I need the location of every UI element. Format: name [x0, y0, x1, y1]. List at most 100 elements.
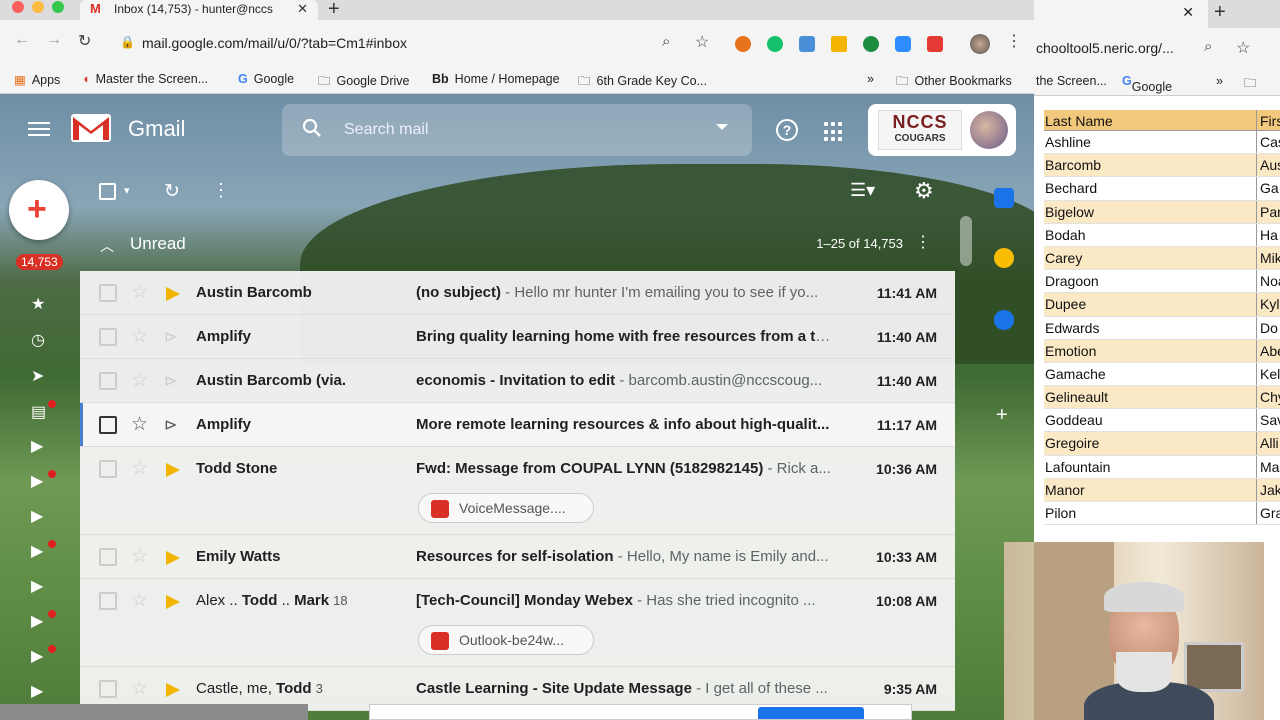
- column-header-last-name[interactable]: Last Name: [1045, 110, 1257, 130]
- important-marker-icon[interactable]: ⊳: [164, 371, 178, 390]
- email-row[interactable]: ☆ Austin Barcomb (no subject) - Hello mr…: [80, 271, 955, 315]
- calendar-icon[interactable]: [994, 188, 1014, 208]
- email-row[interactable]: ☆ ⊳ Amplify More remote learning resourc…: [80, 403, 955, 447]
- bookmark-apps[interactable]: ▦ Apps: [14, 72, 60, 87]
- refresh-icon[interactable]: ↻: [164, 180, 180, 203]
- table-row[interactable]: Gregoire Alli: [1044, 432, 1280, 456]
- help-icon[interactable]: ?: [776, 119, 798, 141]
- starred-icon[interactable]: ★: [31, 294, 45, 314]
- important-marker-icon[interactable]: [166, 287, 180, 301]
- table-row[interactable]: EmotionAbe: [1044, 339, 1280, 363]
- close-window-icon[interactable]: [12, 1, 24, 13]
- table-row[interactable]: Gamache Kel: [1044, 362, 1280, 387]
- unread-section-header[interactable]: ︿ Unread 1–25 of 14,753 ⋮: [80, 222, 955, 268]
- reload-icon[interactable]: ↻: [78, 31, 91, 51]
- tab-close-icon[interactable]: ✕: [1182, 4, 1194, 21]
- label-icon[interactable]: ▶: [31, 506, 43, 526]
- label-icon[interactable]: ▶: [31, 611, 43, 631]
- bookmark-star-icon[interactable]: ☆: [695, 32, 709, 52]
- profile-avatar[interactable]: [970, 34, 990, 54]
- section-more-icon[interactable]: ⋮: [915, 232, 931, 252]
- row-checkbox[interactable]: [99, 328, 117, 346]
- bookmarks-overflow[interactable]: »: [1216, 74, 1223, 88]
- bookmark-master-screen[interactable]: the Screen...: [1036, 74, 1107, 88]
- maximize-window-icon[interactable]: [52, 1, 64, 13]
- important-marker-icon[interactable]: ⊳: [164, 415, 178, 434]
- label-icon[interactable]: ▶: [31, 471, 43, 491]
- forward-icon[interactable]: →: [46, 31, 62, 49]
- search-input[interactable]: Search mail: [344, 121, 428, 139]
- tasks-icon[interactable]: [994, 310, 1014, 330]
- label-icon[interactable]: ▶: [31, 646, 43, 666]
- collapse-chevron-icon[interactable]: ︿: [100, 236, 114, 256]
- browser-menu-icon[interactable]: ⋮: [1006, 31, 1022, 51]
- star-icon[interactable]: ☆: [131, 457, 148, 480]
- important-marker-icon[interactable]: ⊳: [164, 327, 178, 346]
- google-apps-icon[interactable]: [824, 122, 844, 142]
- table-row[interactable]: AshlineCas: [1044, 131, 1280, 155]
- table-row[interactable]: Pilon Gra: [1044, 502, 1280, 526]
- new-tab-button[interactable]: +: [1214, 1, 1226, 24]
- table-row[interactable]: Manor Jak: [1044, 478, 1280, 502]
- table-row[interactable]: Bodah Ha: [1044, 223, 1280, 247]
- label-icon[interactable]: ▶: [31, 541, 43, 561]
- new-tab-button[interactable]: +: [328, 0, 340, 21]
- table-row[interactable]: Bechard Ga: [1044, 177, 1280, 201]
- table-row[interactable]: Bigelow Par: [1044, 200, 1280, 224]
- important-marker-icon[interactable]: [166, 595, 180, 609]
- email-row[interactable]: ☆ Todd Stone Fwd: Message from COUPAL LY…: [80, 447, 955, 535]
- account-switcher[interactable]: NCCS COUGARS: [868, 104, 1016, 156]
- screencastify-icon[interactable]: [927, 36, 943, 52]
- table-row[interactable]: Edwards Do: [1044, 316, 1280, 340]
- row-checkbox[interactable]: [99, 592, 117, 610]
- select-all-checkbox[interactable]: [99, 183, 116, 200]
- email-row[interactable]: ☆ Emily Watts Resources for self-isolati…: [80, 535, 955, 579]
- important-marker-icon[interactable]: [166, 551, 180, 565]
- email-row[interactable]: ☆ ⊳ Amplify Bring quality learning home …: [80, 315, 955, 359]
- compose-button[interactable]: +: [9, 180, 69, 240]
- extension-icon[interactable]: [799, 36, 815, 52]
- table-row[interactable]: Lafountain Ma: [1044, 455, 1280, 479]
- sent-icon[interactable]: ➤: [31, 366, 44, 386]
- keep-icon[interactable]: [994, 248, 1014, 268]
- settings-gear-icon[interactable]: ⚙: [914, 178, 934, 204]
- account-avatar[interactable]: [970, 111, 1008, 149]
- tab-gmail-inbox[interactable]: M Inbox (14,753) - hunter@nccs ✕: [80, 0, 318, 20]
- email-row[interactable]: ☆ ⊳ Austin Barcomb (via. economis - Invi…: [80, 359, 955, 403]
- google-drive-icon[interactable]: [831, 36, 847, 52]
- star-icon[interactable]: ☆: [131, 589, 148, 612]
- table-row[interactable]: Dupee Kyl: [1044, 293, 1280, 317]
- star-icon[interactable]: ☆: [131, 545, 148, 568]
- table-row[interactable]: GoddeauSav: [1044, 409, 1280, 433]
- column-header-first-name[interactable]: Firs: [1260, 113, 1280, 129]
- search-options-icon[interactable]: [716, 124, 728, 130]
- select-menu-chevron-icon[interactable]: ▾: [124, 184, 130, 197]
- search-bar[interactable]: Search mail: [282, 104, 752, 156]
- star-icon[interactable]: ☆: [131, 369, 148, 392]
- bookmark-homepage[interactable]: Bb Home / Homepage: [432, 72, 560, 86]
- zoom-icon[interactable]: ⌕: [662, 33, 670, 50]
- more-actions-icon[interactable]: ⋮: [212, 180, 230, 201]
- important-marker-icon[interactable]: [166, 463, 180, 477]
- attachment-chip[interactable]: VoiceMessage....: [418, 493, 594, 523]
- star-icon[interactable]: ☆: [131, 281, 148, 304]
- tab-close-icon[interactable]: ✕: [297, 1, 308, 17]
- tab-schooltool[interactable]: ✕: [1034, 0, 1208, 28]
- table-row[interactable]: DragoonNoa: [1044, 270, 1280, 294]
- extension-icon[interactable]: [863, 36, 879, 52]
- table-row[interactable]: Carey Mik: [1044, 246, 1280, 271]
- minimize-window-icon[interactable]: [32, 1, 44, 13]
- zoom-extension-icon[interactable]: [895, 36, 911, 52]
- search-icon[interactable]: [302, 118, 322, 138]
- bookmark-star-icon[interactable]: ☆: [1236, 38, 1250, 58]
- back-icon[interactable]: ←: [14, 31, 30, 49]
- row-checkbox[interactable]: [99, 680, 117, 698]
- row-checkbox[interactable]: [99, 284, 117, 302]
- zoom-icon[interactable]: ⌕: [1204, 38, 1212, 55]
- snoozed-icon[interactable]: ◷: [31, 330, 45, 350]
- folder-icon[interactable]: 🗀: [1244, 74, 1257, 95]
- drafts-icon[interactable]: ▤: [31, 402, 46, 422]
- address-bar[interactable]: 🔒 mail.google.com/mail/u/0/?tab=Cm1#inbo…: [106, 27, 720, 59]
- bookmark-google[interactable]: G Google: [1122, 74, 1172, 94]
- url-text[interactable]: chooltool5.neric.org/...: [1036, 40, 1174, 56]
